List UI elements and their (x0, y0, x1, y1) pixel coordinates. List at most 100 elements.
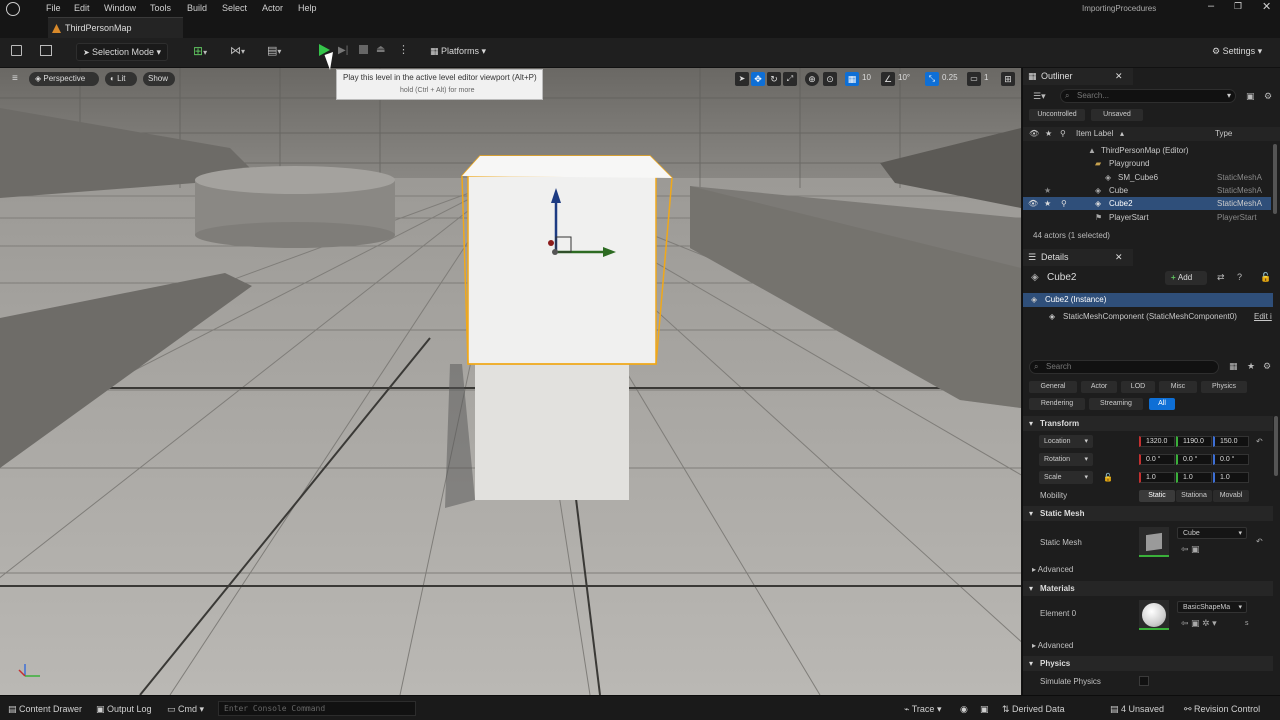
scale-x-field[interactable]: 1.0 (1139, 472, 1175, 483)
details-grid-icon[interactable]: ▦ (1229, 361, 1238, 372)
physics-section-header[interactable]: ▾ Physics (1023, 656, 1273, 671)
rotation-snap-value[interactable]: 10° (898, 73, 910, 82)
grid-snap-icon[interactable]: ▦ (845, 72, 859, 86)
selected-cube2[interactable] (467, 175, 657, 365)
platforms-dropdown[interactable]: ▦ Platforms ▾ (424, 43, 498, 61)
static-mesh-thumbnail[interactable] (1139, 527, 1169, 557)
location-y-field[interactable]: 1190.0 (1176, 436, 1212, 447)
outliner-row-cube[interactable]: ★ ◈ Cube StaticMeshA (1023, 184, 1280, 197)
record-icon[interactable]: ◉ (960, 704, 968, 715)
cmd-dropdown[interactable]: ▭ Cmd ▾ (167, 704, 204, 715)
outliner-search-field[interactable]: ⌕ Search... ▾ (1060, 89, 1236, 103)
select-mode-icon[interactable]: ➤ (735, 72, 749, 86)
rotation-snap-icon[interactable]: ∠ (881, 72, 895, 86)
snapshot-icon[interactable]: ▣ (980, 704, 989, 715)
menu-tools[interactable]: Tools (150, 3, 171, 13)
maximize-button[interactable]: ❐ (1234, 1, 1242, 12)
step-icon[interactable]: ▶| (338, 45, 348, 56)
tab-misc[interactable]: Misc (1159, 381, 1197, 393)
details-actor-name[interactable]: Cube2 (1047, 272, 1076, 283)
details-search-field[interactable]: ⌕ Search (1029, 360, 1219, 374)
selection-mode-dropdown[interactable]: ➤ Selection Mode ▾ (76, 43, 168, 61)
outliner-row-playground[interactable]: ▰ Playground (1023, 157, 1280, 170)
favorite-icon[interactable]: ★ (1044, 197, 1051, 210)
menu-help[interactable]: Help (298, 3, 317, 13)
add-actor-icon[interactable]: ⊞▾ (193, 44, 207, 58)
eject-icon[interactable]: ⏏ (376, 44, 385, 55)
reset-location-icon[interactable]: ↶ (1256, 437, 1263, 446)
static-mesh-dropdown[interactable]: Cube ▾ (1177, 527, 1247, 539)
details-favorite-icon[interactable]: ★ (1247, 361, 1255, 372)
derived-data-button[interactable]: ⇅ Derived Data (1002, 704, 1065, 715)
camera-speed-value[interactable]: 1 (984, 73, 988, 82)
tab-lod[interactable]: LOD (1121, 381, 1155, 393)
mobility-movable[interactable]: Movabl (1213, 490, 1249, 502)
details-settings-icon[interactable]: ⚙ (1263, 361, 1271, 372)
menu-select[interactable]: Select (222, 3, 247, 13)
surface-snap-icon[interactable]: ⊙ (823, 72, 837, 86)
help-icon[interactable]: ? (1237, 272, 1242, 282)
tab-physics[interactable]: Physics (1201, 381, 1247, 393)
lock-icon[interactable]: 🔓 (1260, 272, 1271, 283)
revision-control-button[interactable]: ⚯ Revision Control (1184, 704, 1260, 715)
lit-button[interactable]: ◐ Lit (105, 72, 137, 86)
perspective-button[interactable]: ◈ Perspective (29, 72, 99, 86)
tab-thirdpersonmap[interactable]: ThirdPersonMap (48, 17, 183, 38)
outliner-scrollbar[interactable] (1273, 144, 1277, 214)
unsaved-button[interactable]: ▤ 4 Unsaved (1110, 704, 1164, 715)
rotation-dropdown[interactable]: Rotation ▾ (1039, 453, 1093, 466)
outliner-row-playerstart[interactable]: ⚑ PlayerStart PlayerStart (1023, 211, 1280, 224)
materials-section-header[interactable]: ▾ Materials (1023, 581, 1273, 596)
outliner-close-icon[interactable]: ✕ (1115, 68, 1123, 85)
unreal-logo-icon[interactable] (6, 2, 20, 16)
favorite-icon[interactable]: ★ (1044, 184, 1051, 197)
mobility-stationary[interactable]: Stationa (1176, 490, 1212, 502)
simulate-physics-checkbox[interactable] (1139, 676, 1149, 686)
advanced-expander[interactable]: ▸ Advanced (1032, 565, 1073, 574)
visibility-icon[interactable]: 👁 (1028, 197, 1038, 210)
rotate-mode-icon[interactable]: ↻ (767, 72, 781, 86)
tab-streaming[interactable]: Streaming (1089, 398, 1143, 410)
outliner-add-folder-icon[interactable]: ▣ (1246, 91, 1255, 102)
edit-in-cpp-link[interactable]: Edit i (1254, 310, 1272, 324)
more-options-icon[interactable]: ⋮ (398, 43, 409, 56)
tab-general[interactable]: General (1029, 381, 1077, 393)
camera-speed-icon[interactable]: ▭ (967, 72, 981, 86)
close-window-button[interactable]: ✕ (1262, 0, 1271, 13)
transform-section-header[interactable]: ▾ Transform (1023, 416, 1273, 431)
location-z-field[interactable]: 150.0 (1213, 436, 1249, 447)
item-label-header[interactable]: Item Label (1076, 127, 1113, 140)
menu-window[interactable]: Window (104, 3, 136, 13)
material-dropdown[interactable]: BasicShapeMa ▾ (1177, 601, 1247, 613)
browse-to-asset-icon[interactable]: ⇦ ▣ (1181, 544, 1200, 555)
cinematics-icon[interactable]: ▤▾ (267, 44, 281, 57)
location-dropdown[interactable]: Location ▾ (1039, 435, 1093, 448)
scale-y-field[interactable]: 1.0 (1176, 472, 1212, 483)
tab-actor[interactable]: Actor (1081, 381, 1117, 393)
outliner-filter-icon[interactable]: ☰▾ (1033, 91, 1046, 102)
advanced-expander-2[interactable]: ▸ Advanced (1032, 641, 1073, 650)
content-browser-icon[interactable] (40, 45, 52, 56)
location-x-field[interactable]: 1320.0 (1139, 436, 1175, 447)
pin-icon[interactable]: ⚲ (1061, 197, 1067, 210)
outliner-row-sm-cube6[interactable]: ◈ SM_Cube6 StaticMeshA (1023, 171, 1280, 184)
scale-z-field[interactable]: 1.0 (1213, 472, 1249, 483)
menu-file[interactable]: File (46, 3, 61, 13)
content-drawer-button[interactable]: ▤ Content Drawer (8, 704, 82, 715)
rotation-z-field[interactable]: 0.0 ° (1213, 454, 1249, 465)
mobility-static[interactable]: Static (1139, 490, 1175, 502)
scale-snap-value[interactable]: 0.25 (942, 73, 958, 82)
translate-mode-icon[interactable]: ✥ (751, 72, 765, 86)
details-scrollbar[interactable] (1274, 416, 1278, 476)
console-command-input[interactable]: Enter Console Command (218, 701, 416, 716)
settings-dropdown[interactable]: ⚙ Settings ▾ (1206, 43, 1274, 61)
menu-edit[interactable]: Edit (74, 3, 90, 13)
filter-uncontrolled-button[interactable]: Uncontrolled (1029, 109, 1085, 121)
scale-snap-icon[interactable]: ⤡ (925, 72, 939, 86)
show-button[interactable]: Show (143, 72, 175, 86)
minimize-button[interactable]: – (1208, 0, 1214, 12)
viewport-layout-icon[interactable]: ⊞ (1001, 72, 1015, 86)
outliner-row-map[interactable]: ▲ ThirdPersonMap (Editor) (1023, 144, 1280, 157)
scale-dropdown[interactable]: Scale ▾ (1039, 471, 1093, 484)
viewport-menu-icon[interactable]: ≡ (12, 73, 18, 84)
